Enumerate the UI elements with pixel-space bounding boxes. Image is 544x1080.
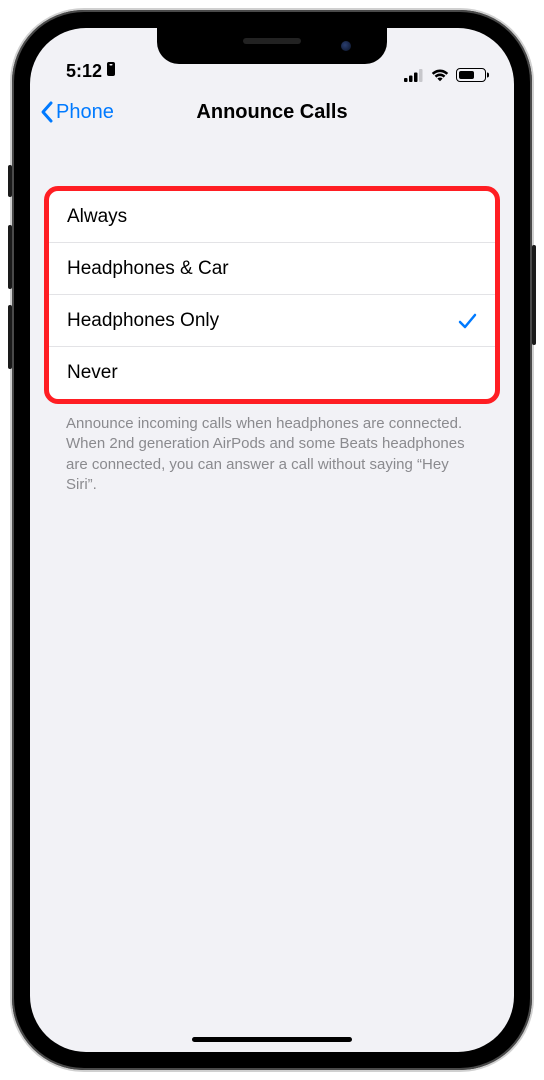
content: Always Headphones & Car Headphones Only … [30,186,514,505]
status-left: 5:12 [66,61,118,82]
page-title: Announce Calls [196,101,347,124]
power-button [532,245,536,345]
speaker [243,38,301,44]
wifi-icon [430,68,450,82]
notch [157,28,387,64]
back-label: Phone [56,101,114,124]
option-label: Headphones Only [67,310,219,332]
checkmark-icon [457,311,477,331]
cellular-signal-icon [404,69,424,82]
phone-frame: 5:12 [12,10,532,1070]
front-camera [341,41,351,51]
volume-up-btn [8,225,12,289]
option-headphones-only[interactable]: Headphones Only [49,295,495,347]
battery-icon [456,68,486,82]
option-headphones-car[interactable]: Headphones & Car [49,243,495,295]
footer-description: Announce incoming calls when headphones … [44,404,500,505]
home-indicator[interactable] [192,1037,352,1042]
activity-icon [104,61,118,82]
option-always[interactable]: Always [49,191,495,243]
status-time: 5:12 [66,61,102,82]
option-never[interactable]: Never [49,347,495,399]
announce-options-group: Always Headphones & Car Headphones Only … [44,186,500,404]
ring-switch [8,165,12,197]
nav-bar: Phone Announce Calls [30,84,514,140]
screen: 5:12 [30,28,514,1052]
option-label: Headphones & Car [67,258,229,280]
status-right [404,68,486,82]
chevron-left-icon [40,100,54,124]
volume-down-btn [8,305,12,369]
option-label: Always [67,206,127,228]
back-button[interactable]: Phone [40,100,114,124]
option-label: Never [67,362,118,384]
